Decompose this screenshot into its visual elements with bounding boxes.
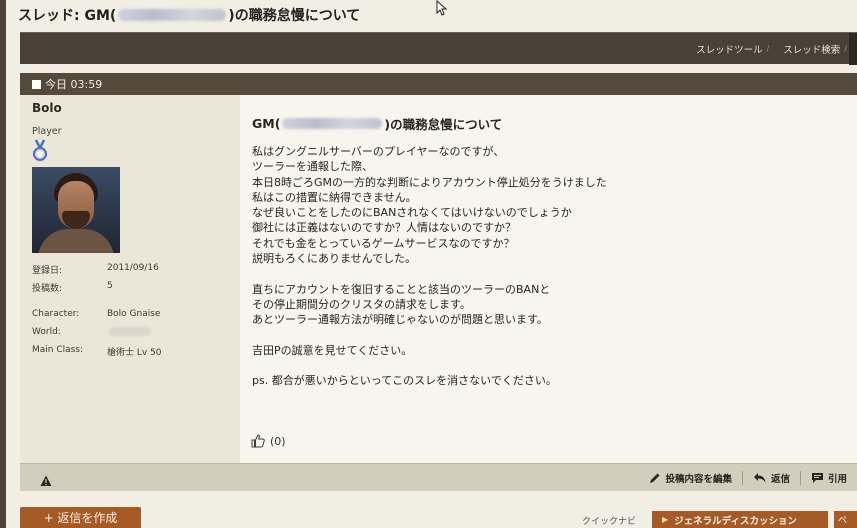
like-count: (0) bbox=[270, 434, 286, 448]
quote-label: 引用 bbox=[827, 474, 847, 485]
redacted-gm-name bbox=[118, 9, 227, 21]
registered-value: 2011/09/16 bbox=[107, 263, 159, 273]
post-message: 私はグングニルサーバーのプレイヤーなのですが、 ツーラーを通報した際、 本日8時ごろ… bbox=[252, 144, 607, 389]
like-button[interactable]: (0) bbox=[250, 433, 286, 449]
page-nav-button[interactable]: ペ bbox=[834, 511, 857, 528]
medal-icon bbox=[32, 139, 48, 163]
main-class-row: Main Class: 槍術士 Lv 50 bbox=[32, 345, 162, 358]
reply-label: 返信 bbox=[770, 474, 790, 485]
thread-title-suffix: )の職務怠慢について bbox=[228, 8, 361, 24]
post-title-prefix: GM( bbox=[252, 116, 281, 131]
message-line: 説明もろくにありませんでした。 bbox=[252, 252, 417, 266]
character-label: Character: bbox=[32, 309, 80, 319]
registered-label: 登録日: bbox=[32, 266, 63, 276]
character-value: Bolo Gnaise bbox=[107, 309, 161, 319]
message-line: それでも金をとっているゲームサービスなのですか？ bbox=[252, 236, 515, 250]
posts-label: 投稿数: bbox=[32, 284, 63, 294]
thumbs-up-icon bbox=[251, 434, 265, 448]
reply-arrow-icon bbox=[753, 473, 766, 483]
world-label: World: bbox=[32, 327, 61, 337]
post-title-suffix: )の職務怠慢について bbox=[384, 117, 503, 132]
message-line: あとツーラー通報方法が明確じゃないのが問題と思います。 bbox=[252, 313, 548, 327]
message-line: その停止期間分のクリスタの請求をします。 bbox=[252, 297, 471, 311]
message-line: 直ちにアカウントを復旧することと該当のツーラーのBANと bbox=[252, 282, 551, 296]
post-header: 今日 03:59 bbox=[20, 73, 857, 95]
thread-search-label: スレッド検索 bbox=[783, 44, 841, 56]
thread-tools-menu[interactable]: スレッドツール / bbox=[696, 42, 769, 56]
user-title: Player bbox=[32, 126, 62, 137]
message-line: ツーラーを通報した際、 bbox=[252, 160, 373, 174]
message-line: ps. 都合が悪いからといってこのスレを消さないでください。 bbox=[252, 374, 557, 388]
username[interactable]: Bolo bbox=[32, 101, 62, 115]
quote-bubble-icon bbox=[811, 473, 823, 483]
message-line: 吉田Pの誠意を見せてください。 bbox=[252, 343, 413, 357]
post-body: GM( )の職務怠慢について 私はグングニルサーバーのプレイヤーなのですが、 ツー… bbox=[240, 95, 857, 463]
redacted-world bbox=[109, 327, 151, 336]
post-title: GM( )の職務怠慢について bbox=[252, 114, 502, 133]
mouse-pointer-icon bbox=[436, 0, 448, 20]
world-row: World: bbox=[32, 327, 153, 337]
pencil-icon bbox=[650, 473, 660, 483]
thread-title-prefix: スレッド: GM( bbox=[18, 8, 117, 24]
posts-value: 5 bbox=[107, 281, 113, 291]
registered-row: 登録日: 2011/09/16 bbox=[32, 263, 159, 276]
post-icon bbox=[32, 79, 41, 89]
thread-title: スレッド: GM( )の職務怠慢について bbox=[18, 5, 360, 25]
quick-nav-label: クイックナビ bbox=[582, 517, 637, 527]
message-line: 私はグングニルサーバーのプレイヤーなのですが、 bbox=[252, 145, 505, 158]
bar-edge bbox=[849, 33, 857, 65]
quote-button[interactable]: 引用 bbox=[801, 471, 857, 485]
forum-nav-button[interactable]: ▶ ジェネラルディスカッション bbox=[652, 511, 828, 528]
separator: / bbox=[766, 44, 770, 53]
message-line: 私はこの措置に納得できません。 bbox=[252, 190, 417, 204]
edit-post-button[interactable]: 投稿内容を編集 bbox=[639, 471, 742, 485]
thread-tools-label: スレッドツール bbox=[696, 44, 763, 56]
forum-nav-label: ジェネラルディスカッション bbox=[674, 515, 797, 527]
post-actions: 投稿内容を編集 返信 引用 bbox=[639, 464, 857, 492]
message-line: なぜ良いことをしたのにBANされなくてはいけないのでしょうか bbox=[252, 206, 572, 220]
user-info-panel: Bolo Player 登録日: 2011/09/16 投稿数: 5 Chara… bbox=[20, 95, 240, 463]
main-class-value: 槍術士 Lv 50 bbox=[107, 348, 162, 358]
character-row: Character: Bolo Gnaise bbox=[32, 309, 160, 319]
reply-button[interactable]: 返信 bbox=[743, 471, 800, 485]
window-edge bbox=[0, 0, 6, 528]
posts-row: 投稿数: 5 bbox=[32, 281, 113, 294]
create-reply-button[interactable]: + 返信を作成 bbox=[20, 507, 141, 528]
thread-tools-bar: スレッドツール / スレッド検索 / bbox=[20, 32, 857, 65]
post-date: 今日 03:59 bbox=[45, 78, 103, 91]
arrow-icon: ▶ bbox=[662, 515, 669, 524]
edit-label: 投稿内容を編集 bbox=[665, 474, 732, 485]
avatar[interactable] bbox=[32, 167, 120, 253]
redacted-gm-name bbox=[282, 118, 383, 129]
separator: / bbox=[844, 44, 847, 53]
post-action-bar: 投稿内容を編集 返信 引用 bbox=[20, 463, 857, 491]
main-class-label: Main Class: bbox=[32, 345, 84, 355]
message-line: 御社には正義はないのですか？人情はないのですか？ bbox=[252, 221, 516, 235]
message-line: 本日8時ごろGMの一方的な判断によりアカウント停止処分をうけました bbox=[252, 175, 607, 189]
warning-icon[interactable] bbox=[40, 472, 52, 486]
thread-search-menu[interactable]: スレッド検索 / bbox=[783, 42, 847, 56]
